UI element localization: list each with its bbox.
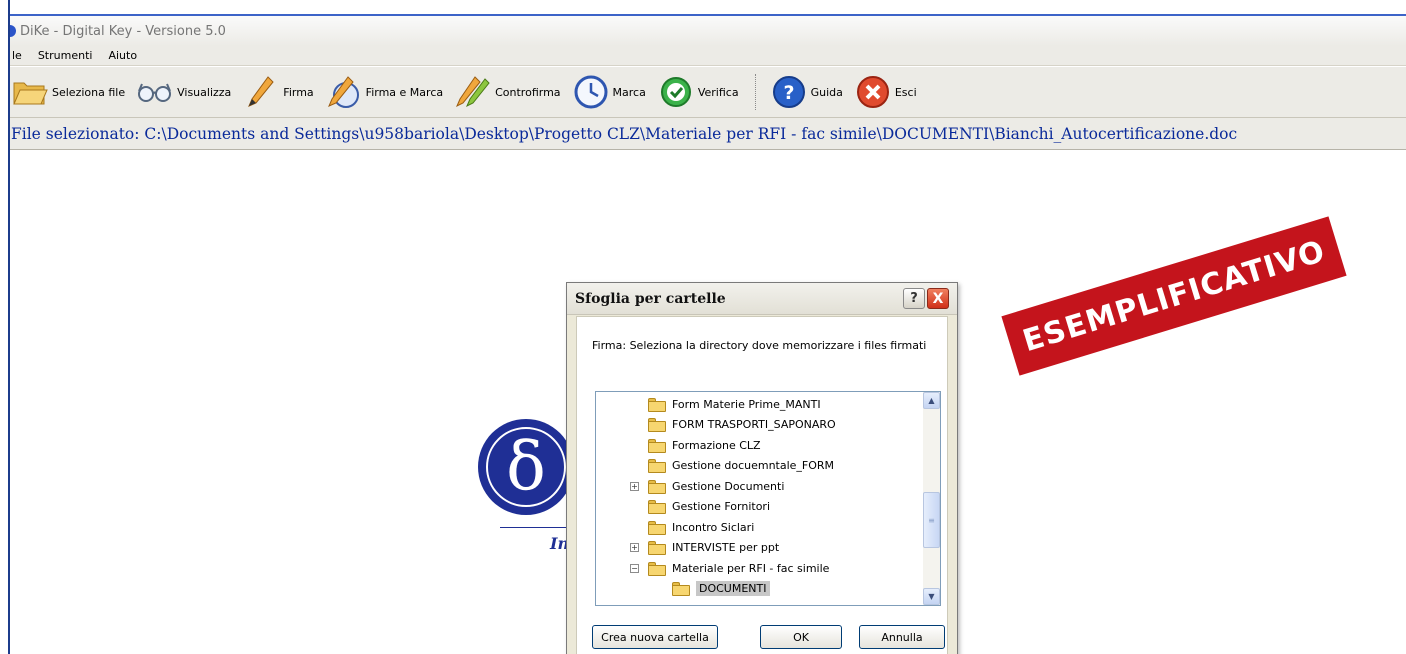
controfirma-button[interactable]: Controfirma [453, 72, 562, 112]
tree-item[interactable]: FORM TRASPORTI_SAPONARO [596, 415, 916, 436]
marca-button[interactable]: Marca [571, 72, 648, 112]
expand-icon[interactable]: + [630, 481, 639, 491]
verifica-button[interactable]: Verifica [656, 72, 741, 112]
ok-button[interactable]: OK [760, 625, 842, 649]
esci-button[interactable]: Esci [853, 72, 919, 112]
check-icon [658, 74, 694, 110]
exit-icon [855, 74, 891, 110]
dialog-titlebar: Sfoglia per cartelle ? X [567, 283, 957, 315]
visualizza-button[interactable]: Visualizza [135, 72, 233, 112]
tree-item[interactable]: Incontro Siclari [596, 517, 916, 538]
menu-strumenti[interactable]: Strumenti [36, 49, 93, 62]
scroll-thumb[interactable]: ≡ [923, 492, 940, 548]
stamp-text: ESEMPLIFICATIVO [1018, 233, 1330, 359]
pen-clock-icon [326, 74, 362, 110]
folder-icon [648, 438, 666, 453]
firma-button[interactable]: Firma [241, 72, 315, 112]
app-logo: δ [478, 419, 574, 515]
tree-item-label: DOCUMENTI [696, 581, 770, 597]
folder-open-icon [12, 74, 48, 110]
menu-file[interactable]: le [10, 49, 22, 62]
tree-item-label: Gestione docuemntale_FORM [672, 459, 835, 473]
guida-button[interactable]: ? Guida [769, 72, 845, 112]
dialog-close-button[interactable]: X [927, 288, 949, 309]
selected-file-bar: File selezionato: C:\Documents and Setti… [10, 118, 1406, 150]
folder-icon [648, 418, 666, 433]
tree-item[interactable]: + INTERVISTE per ppt [596, 538, 916, 559]
dialog-body: Firma: Seleziona la directory dove memor… [576, 316, 948, 654]
dialog-prompt: Firma: Seleziona la directory dove memor… [592, 339, 927, 352]
folder-icon [648, 541, 666, 556]
menu-aiuto[interactable]: Aiuto [106, 49, 137, 62]
tree-item-label: Gestione Fornitori [672, 500, 771, 514]
tree-item-label: INTERVISTE per ppt [672, 541, 780, 555]
dialog-title: Sfoglia per cartelle [575, 290, 726, 307]
tree-item[interactable]: Gestione docuemntale_FORM [596, 456, 916, 477]
tree-item-label: FORM TRASPORTI_SAPONARO [672, 418, 836, 432]
example-stamp: ESEMPLIFICATIVO [1001, 216, 1347, 376]
folder-tree-list: Form Materie Prime_MANTI FORM TRASPORTI_S… [596, 394, 916, 599]
window-titlebar: DiKe - Digital Key - Versione 5.0 [10, 14, 1406, 46]
scroll-up-icon[interactable]: ▲ [923, 392, 940, 409]
new-folder-button[interactable]: Crea nuova cartella [592, 625, 718, 649]
tree-item[interactable]: − Materiale per RFI - fac simile [596, 558, 916, 579]
folder-icon [648, 500, 666, 515]
tree-item-label: Incontro Siclari [672, 520, 755, 534]
logo-ring: δ [486, 427, 566, 507]
firma-e-marca-button[interactable]: Firma e Marca [324, 72, 445, 112]
tree-item-label: Formazione CLZ [672, 438, 761, 452]
help-icon: ? [771, 74, 807, 110]
window-title: DiKe - Digital Key - Versione 5.0 [20, 23, 226, 39]
toolbar: Seleziona file Visualizza Firma Firma e … [10, 67, 1406, 118]
tree-item[interactable]: Form Materie Prime_MANTI [596, 394, 916, 415]
tree-item[interactable]: Gestione Fornitori [596, 497, 916, 518]
pen-icon [243, 74, 279, 110]
folder-icon [648, 459, 666, 474]
browse-folder-dialog: Sfoglia per cartelle ? X Firma: Selezion… [566, 282, 958, 654]
svg-text:?: ? [783, 82, 794, 104]
clock-icon [573, 74, 609, 110]
folder-icon [648, 561, 666, 576]
collapse-icon[interactable]: − [630, 563, 639, 573]
folder-tree[interactable]: Form Materie Prime_MANTI FORM TRASPORTI_S… [595, 391, 941, 606]
scroll-down-icon[interactable]: ▼ [923, 588, 940, 605]
logo-underline [500, 527, 570, 528]
seleziona-file-button[interactable]: Seleziona file [10, 72, 127, 112]
tree-item[interactable]: + Gestione Documenti [596, 476, 916, 497]
toolbar-separator [754, 74, 757, 110]
expand-icon[interactable]: + [630, 543, 639, 553]
tree-item[interactable]: DOCUMENTI [596, 579, 916, 600]
folder-icon [648, 479, 666, 494]
folder-icon [648, 520, 666, 535]
app-icon [10, 25, 16, 37]
dialog-help-button[interactable]: ? [903, 288, 925, 309]
menu-bar: le Strumenti Aiuto [10, 46, 1406, 66]
glasses-icon [137, 74, 173, 110]
dialog-title-buttons: ? X [903, 288, 949, 309]
folder-icon [672, 582, 690, 597]
tree-item-label: Gestione Documenti [672, 479, 785, 493]
tree-item[interactable]: Formazione CLZ [596, 435, 916, 456]
cancel-button[interactable]: Annulla [859, 625, 945, 649]
tree-item-label: Materiale per RFI - fac simile [672, 561, 830, 575]
logo-symbol: δ [506, 428, 546, 505]
tree-scrollbar[interactable]: ▲ ≡ ▼ [923, 392, 940, 605]
double-pen-icon [455, 74, 491, 110]
folder-icon [648, 397, 666, 412]
tree-item-label: Form Materie Prime_MANTI [672, 397, 821, 411]
selected-file-path: File selezionato: C:\Documents and Setti… [11, 124, 1238, 143]
